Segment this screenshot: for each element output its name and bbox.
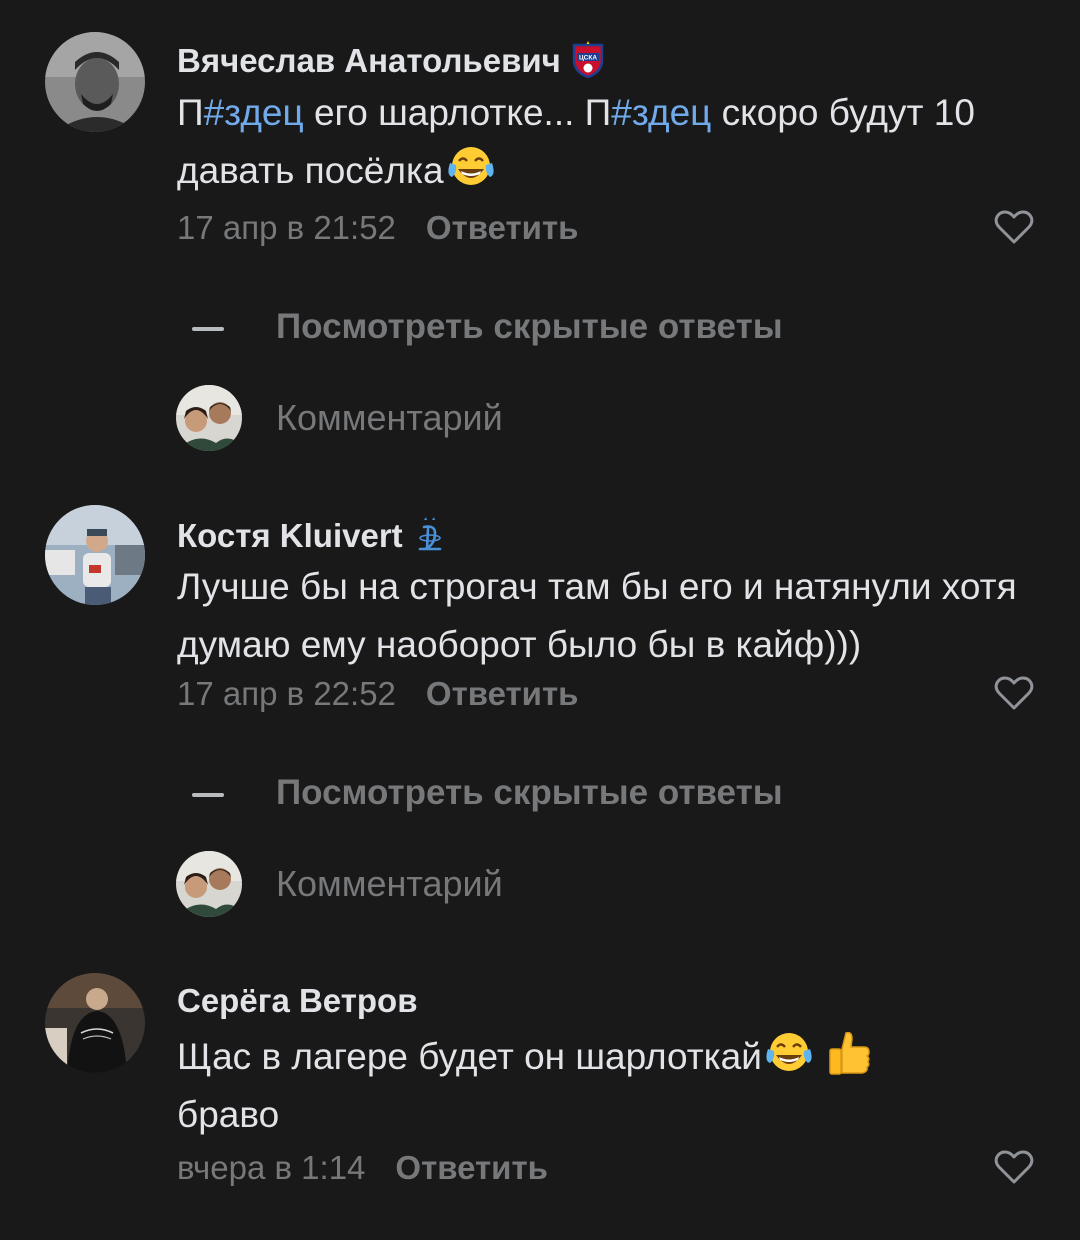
hashtag-link[interactable]: #здец	[204, 92, 304, 133]
comment-meta: 17 апр в 21:52 Ответить	[177, 208, 578, 248]
tears-of-joy-emoji-icon	[764, 1029, 814, 1077]
reply-button[interactable]: Ответить	[395, 1149, 548, 1186]
tears-of-joy-emoji-icon	[446, 143, 496, 191]
comment-author[interactable]: Серёга Ветров	[177, 981, 417, 1021]
cska-club-badge-icon: ЦСКА	[571, 40, 605, 78]
comments-screen: Вячеслав Анатольевич ЦСКА П#здец его шар…	[0, 0, 1080, 1240]
reply-composer[interactable]: Комментарий	[0, 851, 1080, 921]
svg-text:ЦСКА: ЦСКА	[579, 55, 597, 62]
current-user-avatar	[176, 851, 242, 917]
like-heart-icon[interactable]	[993, 208, 1035, 246]
hashtag-link[interactable]: #здец	[611, 92, 711, 133]
avatar[interactable]	[45, 505, 145, 605]
comment-text: Щас в лагере будет он шарлоткай браво	[177, 1028, 1047, 1144]
comment-text: П#здец его шарлотке... П#здец скоро буду…	[177, 92, 975, 191]
comment-author[interactable]: Костя Kluivert	[177, 515, 447, 556]
show-hidden-replies-row[interactable]: Посмотреть скрытые ответы	[0, 303, 1080, 353]
comment-text: Лучше бы на строгач там бы его и натянул…	[177, 566, 1017, 665]
reply-composer[interactable]: Комментарий	[0, 385, 1080, 455]
comment-date[interactable]: 17 апр в 21:52	[177, 209, 396, 246]
comment-meta: вчера в 1:14 Ответить	[177, 1148, 548, 1188]
like-heart-icon[interactable]	[993, 1148, 1035, 1186]
comment-meta: 17 апр в 22:52 Ответить	[177, 674, 578, 714]
thumbs-up-emoji-icon	[824, 1029, 874, 1077]
thread-dash	[192, 327, 224, 331]
like-heart-icon[interactable]	[993, 674, 1035, 712]
dynamo-club-badge-icon	[413, 515, 447, 553]
show-hidden-replies-link[interactable]: Посмотреть скрытые ответы	[276, 307, 783, 347]
thread-dash	[192, 793, 224, 797]
comment-author[interactable]: Вячеслав Анатольевич ЦСКА	[177, 40, 605, 81]
show-hidden-replies-row[interactable]: Посмотреть скрытые ответы	[0, 769, 1080, 819]
avatar[interactable]	[45, 32, 145, 132]
comment-input-placeholder[interactable]: Комментарий	[276, 397, 503, 439]
current-user-avatar	[176, 385, 242, 451]
comment-input-placeholder[interactable]: Комментарий	[276, 863, 503, 905]
reply-button[interactable]: Ответить	[426, 675, 579, 712]
reply-button[interactable]: Ответить	[426, 209, 579, 246]
comment-date[interactable]: вчера в 1:14	[177, 1149, 365, 1186]
avatar[interactable]	[45, 973, 145, 1073]
show-hidden-replies-link[interactable]: Посмотреть скрытые ответы	[276, 773, 783, 813]
comment-date[interactable]: 17 апр в 22:52	[177, 675, 396, 712]
